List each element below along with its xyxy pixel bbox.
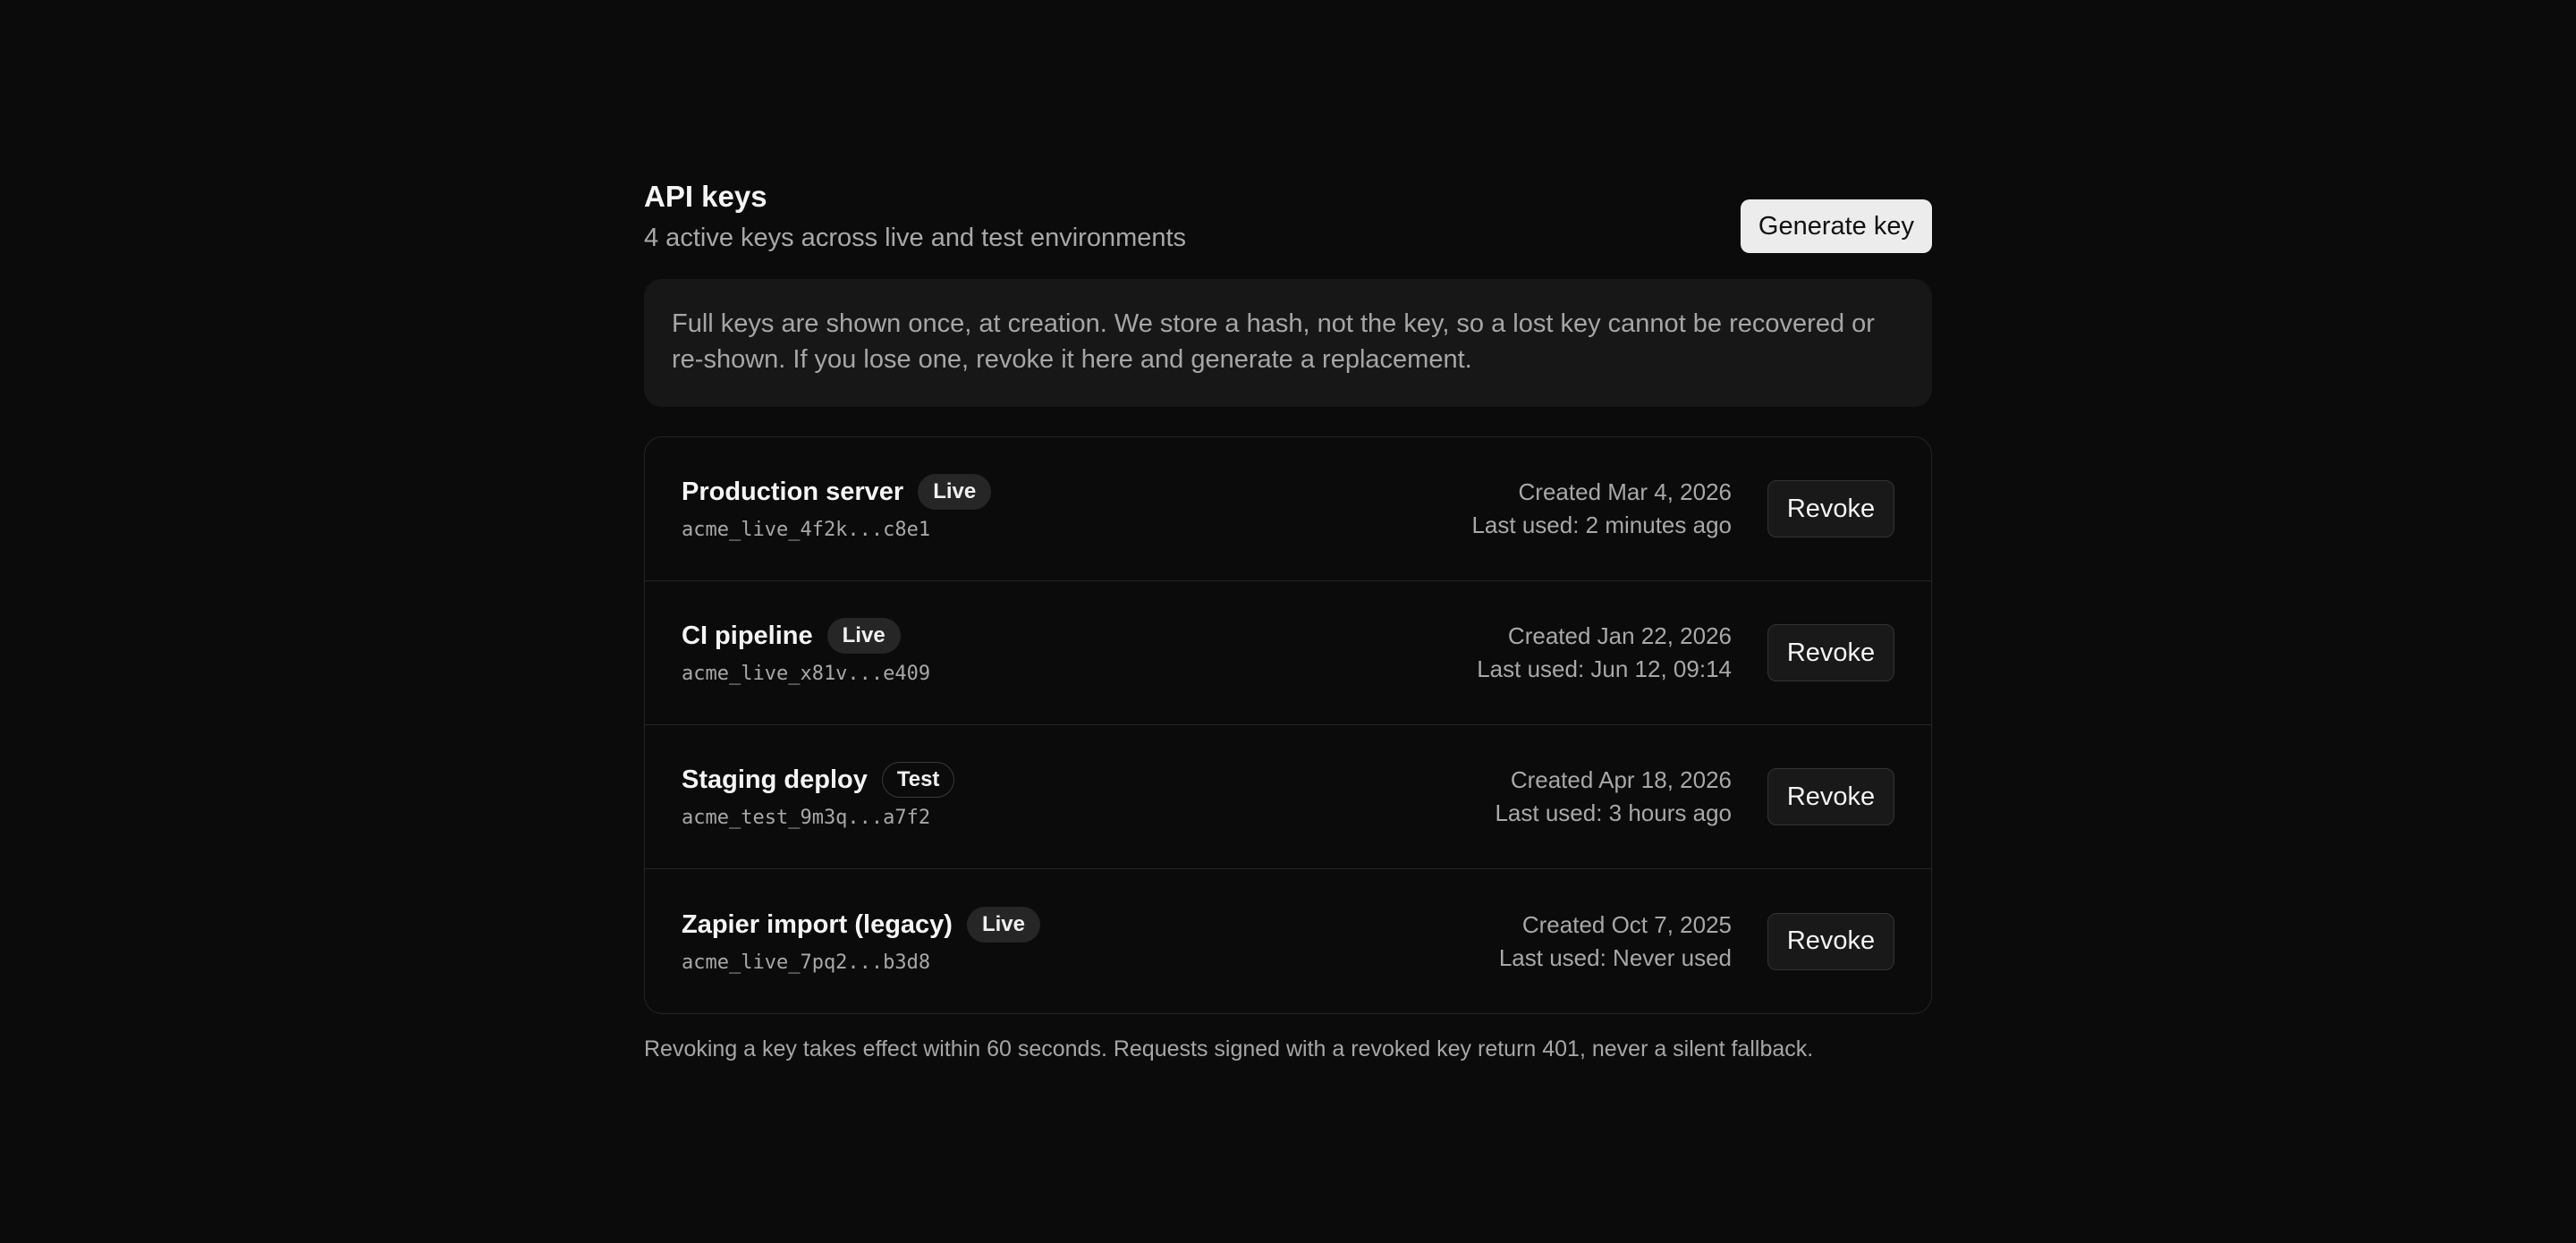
key-last-used: Last used: Jun 12, 09:14 (1477, 655, 1732, 682)
generate-key-button[interactable]: Generate key (1740, 199, 1932, 253)
key-actions: Created Oct 7, 2025 Last used: Never use… (1499, 909, 1894, 975)
key-row: CI pipeline Live acme_live_x81v...e409 C… (645, 581, 1931, 725)
key-info: Zapier import (legacy) Live acme_live_7p… (682, 906, 1040, 977)
key-info: Staging deploy Test acme_test_9m3q...a7f… (682, 762, 955, 832)
key-id: acme_live_x81v...e409 (682, 663, 931, 685)
page-title: API keys (644, 180, 767, 213)
footer-note: Revoking a key takes effect within 60 se… (644, 1036, 1814, 1061)
key-row: Production server Live acme_live_4f2k...… (645, 437, 1931, 581)
key-name-line: CI pipeline Live (682, 618, 930, 654)
key-actions: Created Apr 18, 2026 Last used: 3 hours … (1495, 764, 1894, 830)
api-keys-list: Production server Live acme_live_4f2k...… (644, 436, 1932, 1014)
header-text: API keys 4 active keys across live and t… (644, 179, 1186, 256)
revoke-button[interactable]: Revoke (1767, 480, 1894, 537)
key-name-line: Staging deploy Test (682, 762, 955, 798)
key-name: Staging deploy (682, 765, 868, 794)
key-id: acme_live_4f2k...c8e1 (682, 519, 931, 541)
key-name: Zapier import (legacy) (682, 909, 953, 939)
revoke-button[interactable]: Revoke (1767, 912, 1894, 970)
key-created: Created Oct 7, 2025 (1521, 910, 1732, 938)
env-badge: Live (826, 618, 901, 654)
revoke-button[interactable]: Revoke (1767, 768, 1894, 825)
security-notice: Full keys are shown once, at creation. W… (644, 279, 1932, 407)
key-row: Zapier import (legacy) Live acme_live_7p… (645, 869, 1931, 1013)
key-last-used: Last used: 3 hours ago (1495, 799, 1732, 826)
api-keys-page: API keys 4 active keys across live and t… (644, 175, 1932, 1064)
key-last-used: Last used: Never used (1498, 943, 1732, 971)
key-meta: Created Apr 18, 2026 Last used: 3 hours … (1495, 764, 1732, 830)
key-actions: Created Mar 4, 2026 Last used: 2 minutes… (1471, 476, 1894, 542)
key-created: Created Jan 22, 2026 (1507, 622, 1732, 649)
env-badge: Test (881, 762, 955, 798)
key-name: CI pipeline (682, 622, 813, 650)
key-created: Created Apr 18, 2026 (1510, 766, 1732, 793)
key-created: Created Mar 4, 2026 (1518, 478, 1732, 505)
key-id: acme_live_7pq2...b3d8 (682, 951, 931, 974)
key-info: CI pipeline Live acme_live_x81v...e409 (682, 618, 930, 688)
page-subtitle: 4 active keys across live and test envir… (644, 224, 1187, 252)
key-name: Production server (682, 478, 904, 506)
key-row: Staging deploy Test acme_test_9m3q...a7f… (645, 725, 1931, 869)
key-name-line: Zapier import (legacy) Live (682, 906, 1040, 943)
key-last-used: Last used: 2 minutes ago (1471, 512, 1732, 538)
revoke-button[interactable]: Revoke (1767, 624, 1894, 681)
key-actions: Created Jan 22, 2026 Last used: Jun 12, … (1477, 620, 1894, 686)
page-header: API keys 4 active keys across live and t… (644, 175, 1932, 256)
key-meta: Created Jan 22, 2026 Last used: Jun 12, … (1477, 620, 1732, 686)
key-meta: Created Mar 4, 2026 Last used: 2 minutes… (1471, 476, 1732, 542)
env-badge: Live (966, 906, 1040, 943)
key-id: acme_test_9m3q...a7f2 (682, 807, 931, 829)
env-badge: Live (918, 474, 992, 510)
key-name-line: Production server Live (682, 474, 992, 510)
key-meta: Created Oct 7, 2025 Last used: Never use… (1499, 909, 1732, 975)
key-info: Production server Live acme_live_4f2k...… (682, 474, 992, 544)
